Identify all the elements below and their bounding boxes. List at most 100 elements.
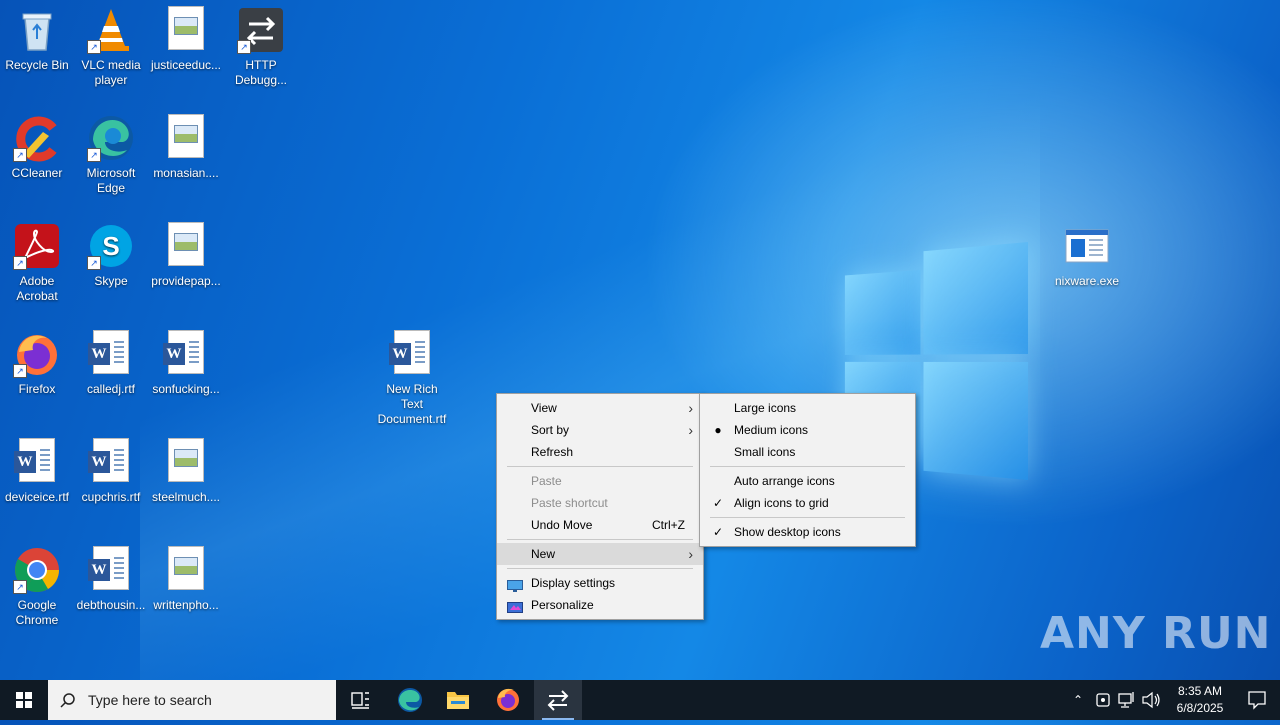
menu-item-label: Undo Move [531, 518, 593, 532]
taskbar-clock[interactable]: 8:35 AM 6/8/2025 [1170, 683, 1230, 717]
show-hidden-icons-button[interactable]: ⌃ [1068, 680, 1088, 720]
personalize-icon [507, 599, 523, 613]
notification-icon [1248, 691, 1266, 710]
desktop-icon-label: calledj.rtf [86, 382, 136, 396]
menu-item-label: New [531, 547, 556, 561]
anyrun-watermark: ANY RUN [1040, 608, 1272, 659]
desktop-icon-calledj-rtf[interactable]: W calledj.rtf [74, 324, 148, 397]
desktop-icon-new-rich-text-document[interactable]: W New Rich Text Document.rtf [375, 324, 449, 427]
network-icon [1118, 692, 1134, 708]
menu-item-paste-shortcut[interactable]: Paste shortcut [497, 492, 703, 514]
menu-item-sort-by[interactable]: Sort by › [497, 419, 703, 441]
menu-item-small-icons[interactable]: Small icons [700, 441, 915, 463]
task-view-icon [351, 692, 369, 709]
desktop-icon-justiceeduc[interactable]: justiceeduc... [149, 0, 223, 73]
desktop-icon-microsoft-edge[interactable]: ↗ Microsoft Edge [74, 108, 148, 196]
desktop-icon-label: Skype [94, 274, 128, 288]
desktop-icon-label: providepap... [151, 274, 221, 288]
desktop-icon-cupchris-rtf[interactable]: W cupchris.rtf [74, 432, 148, 505]
search-placeholder: Type here to search [88, 692, 212, 708]
desktop-icon-steelmuch[interactable]: steelmuch.... [149, 432, 223, 505]
shortcut-arrow-icon: ↗ [87, 256, 101, 270]
desktop-icon-label: CCleaner [11, 166, 63, 180]
word-document-icon: W [13, 438, 61, 486]
firefox-icon: ↗ [13, 330, 61, 378]
task-view-button[interactable] [336, 680, 384, 720]
windows-start-icon [16, 692, 32, 708]
menu-separator [507, 466, 693, 467]
taskbar-file-explorer-button[interactable] [434, 680, 482, 720]
menu-item-align-icons-to-grid[interactable]: ✓ Align icons to grid [700, 492, 915, 514]
tray-network-button[interactable] [1116, 680, 1138, 720]
menu-item-paste[interactable]: Paste [497, 470, 703, 492]
start-button[interactable] [0, 680, 48, 720]
desktop-icon-google-chrome[interactable]: ↗ Google Chrome [0, 540, 74, 628]
desktop-icon-label: Microsoft Edge [86, 166, 136, 195]
action-center-button[interactable] [1234, 680, 1280, 720]
desktop-icon-recycle-bin[interactable]: Recycle Bin [0, 0, 74, 73]
ccleaner-icon: ↗ [13, 114, 61, 162]
menu-item-large-icons[interactable]: Large icons [700, 397, 915, 419]
skype-icon: S ↗ [87, 222, 135, 270]
taskbar-firefox-button[interactable] [484, 680, 532, 720]
word-document-icon: W [162, 330, 210, 378]
desktop-icon-label: HTTP Debugg... [234, 58, 288, 87]
tray-security-button[interactable] [1092, 680, 1114, 720]
menu-item-refresh[interactable]: Refresh [497, 441, 703, 463]
desktop-icon-label: Adobe Acrobat [16, 274, 58, 303]
desktop-icon-nixware-exe[interactable]: nixware.exe [1050, 216, 1124, 289]
desktop-icon-ccleaner[interactable]: ↗ CCleaner [0, 108, 74, 181]
taskbar-http-debugger-button[interactable] [534, 680, 582, 720]
desktop-icon-label: monasian.... [153, 166, 219, 180]
image-file-icon [162, 114, 210, 162]
shield-icon [1096, 693, 1110, 707]
shortcut-arrow-icon: ↗ [87, 148, 101, 162]
shortcut-arrow-icon: ↗ [13, 256, 27, 270]
menu-item-label: Refresh [531, 445, 574, 459]
desktop-icon-providepap[interactable]: providepap... [149, 216, 223, 289]
desktop-icon-http-debugger[interactable]: ↗ HTTP Debugg... [224, 0, 298, 88]
desktop-icon-firefox[interactable]: ↗ Firefox [0, 324, 74, 397]
desktop-icon-sonfucking[interactable]: W sonfucking... [149, 324, 223, 397]
desktop-icon-skype[interactable]: S ↗ Skype [74, 216, 148, 289]
google-chrome-icon: ↗ [13, 546, 61, 594]
taskbar: Type here to search ⌃ 8:35 AM 6/8/2025 [0, 680, 1280, 720]
desktop-icon-label: steelmuch.... [151, 490, 221, 504]
shortcut-arrow-icon: ↗ [87, 40, 101, 54]
menu-item-undo-move[interactable]: Undo Move Ctrl+Z [497, 514, 703, 536]
desktop-icon-vlc[interactable]: ↗ VLC media player [74, 0, 148, 88]
taskbar-search-box[interactable]: Type here to search [48, 680, 336, 720]
desktop-icon-writtenpho[interactable]: writtenpho... [149, 540, 223, 613]
menu-item-display-settings[interactable]: Display settings [497, 572, 703, 594]
microsoft-edge-icon: ↗ [87, 114, 135, 162]
tray-volume-button[interactable] [1140, 680, 1162, 720]
desktop-icon-adobe-acrobat[interactable]: ↗ Adobe Acrobat [0, 216, 74, 304]
taskbar-edge-button[interactable] [386, 680, 434, 720]
http-debugger-icon [547, 690, 569, 711]
chevron-right-icon: › [688, 400, 693, 416]
menu-item-show-desktop-icons[interactable]: ✓ Show desktop icons [700, 521, 915, 543]
menu-item-label: Personalize [531, 598, 594, 612]
desktop-icon-monasian[interactable]: monasian.... [149, 108, 223, 181]
menu-item-new[interactable]: New › [497, 543, 703, 565]
desktop-icon-deviceice-rtf[interactable]: W deviceice.rtf [0, 432, 74, 505]
menu-item-personalize[interactable]: Personalize [497, 594, 703, 616]
checkmark-icon: ✓ [712, 496, 724, 510]
keyboard-shortcut: Ctrl+Z [652, 518, 685, 532]
menu-item-label: Align icons to grid [734, 496, 829, 510]
image-file-icon [162, 438, 210, 486]
menu-item-label: Auto arrange icons [734, 474, 835, 488]
chevron-right-icon: › [688, 422, 693, 438]
menu-item-medium-icons[interactable]: ● Medium icons [700, 419, 915, 441]
chevron-up-icon: ⌃ [1072, 693, 1084, 707]
desktop-icon-label: nixware.exe [1054, 274, 1120, 288]
menu-item-view[interactable]: View › [497, 397, 703, 419]
search-icon [60, 693, 75, 708]
radio-bullet-icon: ● [714, 423, 722, 437]
menu-item-auto-arrange-icons[interactable]: Auto arrange icons [700, 470, 915, 492]
word-document-icon: W [87, 330, 135, 378]
desktop-icon-debthousin[interactable]: W debthousin... [74, 540, 148, 613]
desktop-context-menu: View › Sort by › Refresh Paste Paste sho… [496, 393, 704, 620]
microsoft-edge-icon [398, 688, 422, 712]
menu-separator [507, 539, 693, 540]
